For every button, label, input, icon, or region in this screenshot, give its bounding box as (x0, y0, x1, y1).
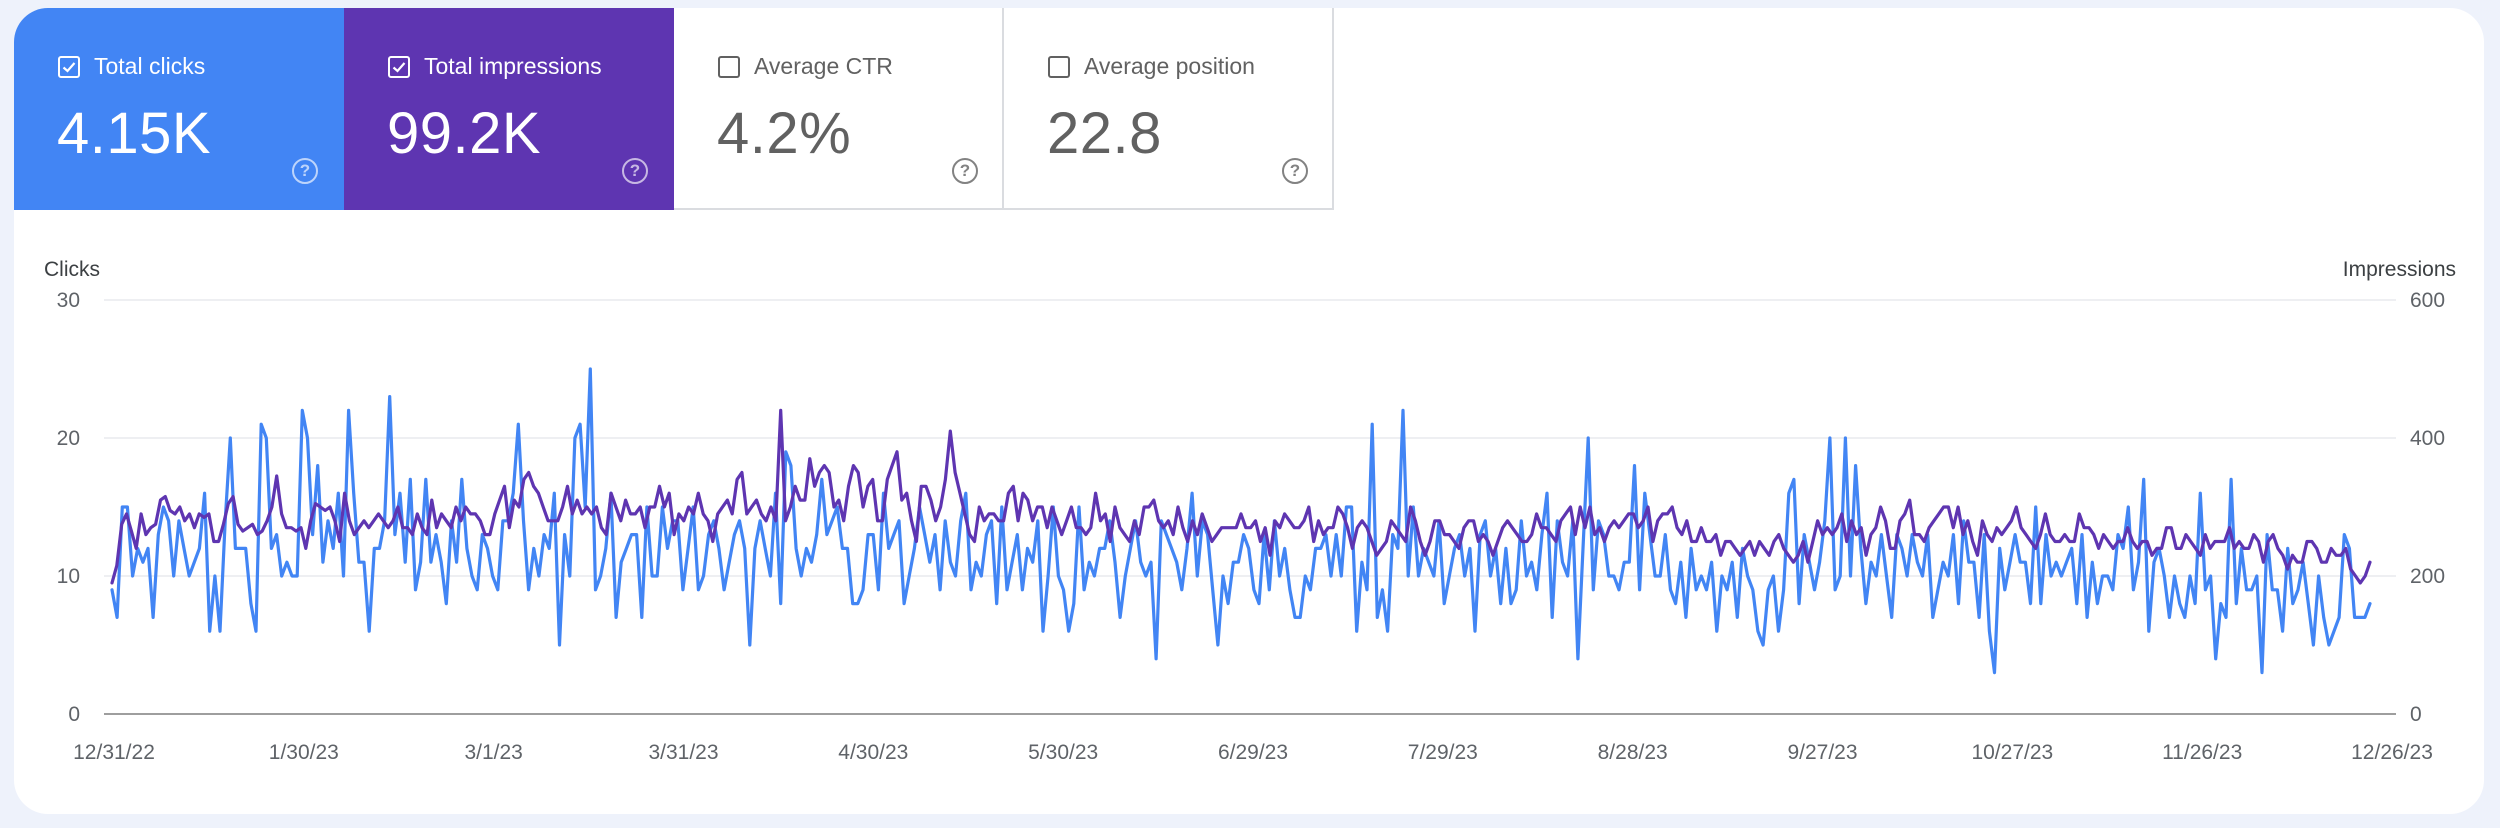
right-axis-title: Impressions (2343, 258, 2456, 281)
x-tick-label: 7/29/23 (1408, 741, 1478, 764)
left-y-tick-label: 10 (57, 565, 80, 588)
x-tick-label: 9/27/23 (1787, 741, 1857, 764)
chart-grid (104, 299, 2396, 715)
x-tick-label: 1/30/23 (269, 741, 339, 764)
left-y-tick-label: 0 (68, 703, 80, 726)
left-y-tick-label: 30 (57, 289, 80, 312)
x-tick-label: 11/26/23 (2162, 741, 2242, 764)
right-y-tick-label: 600 (2410, 289, 2445, 312)
x-tick-label: 4/30/23 (838, 741, 908, 764)
x-tick-label: 12/26/23 (2351, 741, 2433, 764)
right-y-tick-label: 400 (2410, 427, 2445, 450)
x-tick-label: 8/28/23 (1598, 741, 1668, 764)
left-axis-title: Clicks (44, 258, 100, 281)
left-y-tick-label: 20 (57, 427, 80, 450)
right-y-tick-label: 200 (2410, 565, 2445, 588)
performance-card: Total clicks 4.15K ? Total impressions 9… (14, 8, 2484, 814)
x-tick-label: 10/27/23 (1971, 741, 2053, 764)
right-y-tick-label: 0 (2410, 703, 2422, 726)
x-tick-label: 6/29/23 (1218, 741, 1288, 764)
x-tick-label: 3/1/23 (464, 741, 522, 764)
x-tick-label: 5/30/23 (1028, 741, 1098, 764)
chart-labels: Clicks Impressions 0 10 20 30 0 200 400 600 12/3… (44, 258, 2456, 764)
chart-series (110, 367, 2372, 675)
performance-chart: Clicks Impressions 0 10 20 30 0 200 400 600 12/3… (44, 258, 2456, 764)
x-tick-label: 12/31/22 (73, 741, 155, 764)
x-tick-label: 3/31/23 (648, 741, 718, 764)
series-line-clicks (110, 367, 2372, 675)
